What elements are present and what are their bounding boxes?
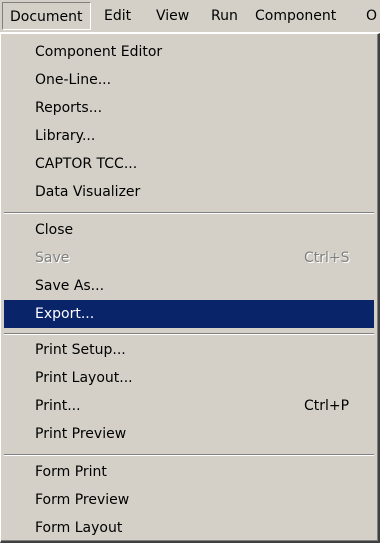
menu-run[interactable]: Run [204, 2, 245, 30]
menu-item-label: Print Preview [35, 426, 127, 442]
menu-component[interactable]: Component [248, 2, 343, 30]
menu-item-print-layout[interactable]: Print Layout... [4, 364, 374, 392]
menu-item-form-layout[interactable]: Form Layout [4, 514, 374, 542]
menu-item-label: Save [35, 250, 70, 266]
menu-item-label: Library... [35, 128, 96, 144]
menu-edit[interactable]: Edit [97, 2, 138, 30]
menu-item-label: Form Layout [35, 520, 123, 536]
menu-item-label: Print Layout... [35, 370, 133, 386]
menu-item-captor-tcc[interactable]: CAPTOR TCC... [4, 150, 374, 178]
menu-item-label: Form Print [35, 464, 107, 480]
menu-item-label: Export... [35, 306, 95, 322]
menu-item-label: Form Preview [35, 492, 130, 508]
menu-item-reports[interactable]: Reports... [4, 94, 374, 122]
menu-item-label: Reports... [35, 100, 103, 116]
menu-item-form-preview[interactable]: Form Preview [4, 486, 374, 514]
menu-item-data-visualizer[interactable]: Data Visualizer [4, 178, 374, 206]
menu-item-label: Print... [35, 398, 81, 414]
document-menu-dropdown: Component Editor One-Line... Reports... … [0, 33, 380, 543]
menu-item-label: Print Setup... [35, 342, 126, 358]
menu-bar: Document Edit View Run Component O [0, 0, 380, 33]
menu-item-close[interactable]: Close [4, 216, 374, 244]
menu-separator [4, 212, 374, 214]
menu-item-label: Save As... [35, 278, 105, 294]
menu-item-save-as[interactable]: Save As... [4, 272, 374, 300]
menu-item-label: Data Visualizer [35, 184, 141, 200]
menu-item-one-line[interactable]: One-Line... [4, 66, 374, 94]
menu-item-label: Close [35, 222, 74, 238]
menu-item-label: Component Editor [35, 44, 163, 60]
menu-item-label: CAPTOR TCC... [35, 156, 138, 172]
menu-item-export[interactable]: Export... [4, 300, 374, 328]
menu-document[interactable]: Document [2, 2, 91, 30]
menu-item-shortcut: Ctrl+S [304, 250, 350, 266]
menu-item-component-editor[interactable]: Component Editor [4, 38, 374, 66]
menu-item-label: One-Line... [35, 72, 112, 88]
menu-separator [4, 333, 374, 335]
menu-item-library[interactable]: Library... [4, 122, 374, 150]
menu-item-print[interactable]: Print... Ctrl+P [4, 392, 374, 420]
menu-view[interactable]: View [149, 2, 196, 30]
menu-item-print-preview[interactable]: Print Preview [4, 420, 374, 448]
menu-item-save[interactable]: Save Ctrl+S [4, 244, 374, 272]
menu-item-shortcut: Ctrl+P [304, 398, 350, 414]
menu-o[interactable]: O [359, 2, 380, 30]
menu-item-print-setup[interactable]: Print Setup... [4, 336, 374, 364]
menu-item-form-print[interactable]: Form Print [4, 458, 374, 486]
menu-separator [4, 454, 374, 456]
